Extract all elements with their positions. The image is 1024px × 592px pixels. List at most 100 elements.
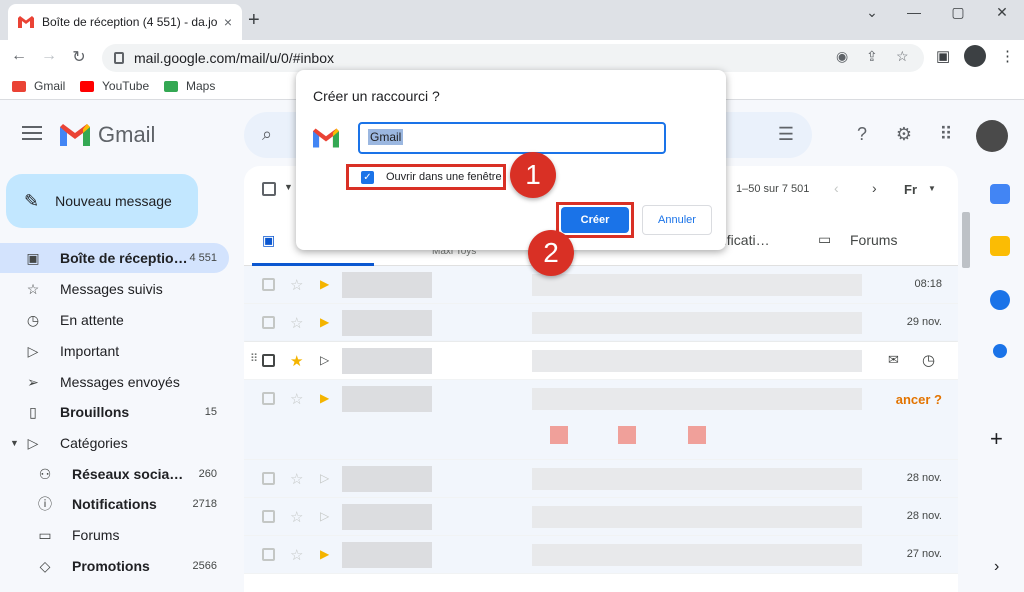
important-marker-icon[interactable]: ▶ (320, 391, 329, 405)
nav-label: Catégories (60, 435, 128, 451)
add-addon-icon[interactable]: + (990, 426, 1003, 452)
main-menu-icon[interactable] (22, 126, 42, 144)
create-button-highlight: Créer (556, 202, 634, 238)
important-marker-icon[interactable]: ▶ (320, 547, 329, 561)
star-icon[interactable]: ☆ (290, 546, 303, 564)
eye-icon[interactable]: ◉ (836, 48, 848, 65)
forum-icon: ▭ (818, 231, 832, 247)
search-icon[interactable]: ⌕ (262, 124, 272, 145)
tab-search-icon[interactable]: ⌄ (858, 4, 886, 21)
cancel-button[interactable]: Annuler (642, 205, 712, 235)
bookmark-youtube[interactable]: YouTube (80, 79, 149, 93)
nav-label: Boîte de réceptio… (60, 250, 188, 266)
new-tab-button[interactable]: + (248, 10, 260, 30)
row-checkbox[interactable] (262, 510, 275, 523)
shortcut-name-input[interactable]: Gmail (358, 122, 666, 154)
nav-notifications[interactable]: ⓘ Notifications 2718 (0, 489, 229, 519)
table-row[interactable]: ☆ ▷ 28 nov. (244, 460, 958, 498)
reload-button[interactable]: ↻ (68, 47, 90, 67)
side-panel-icon[interactable]: ▣ (936, 47, 950, 65)
table-row[interactable]: ☆ ▶ ancer ? (244, 380, 958, 460)
compose-button[interactable]: ✎ Nouveau message (6, 174, 198, 228)
nav-starred[interactable]: ☆ Messages suivis (0, 274, 229, 304)
profile-avatar[interactable] (964, 45, 986, 67)
scrollbar[interactable] (962, 212, 970, 268)
row-checkbox[interactable] (262, 392, 275, 405)
browser-tab-gmail[interactable]: Boîte de réception (4 551) - da.jo × (8, 4, 242, 40)
minimize-button[interactable]: — (900, 4, 928, 20)
account-avatar[interactable] (976, 120, 1008, 152)
contacts-icon[interactable] (993, 344, 1007, 358)
nav-forums[interactable]: ▭ Forums (0, 520, 229, 550)
help-icon[interactable]: ? (850, 124, 874, 145)
input-tools-dropdown-icon[interactable]: ▼ (928, 184, 936, 193)
keep-icon[interactable] (990, 236, 1010, 256)
forward-button[interactable]: → (38, 47, 60, 65)
table-row[interactable]: ☆ ▶ 27 nov. (244, 536, 958, 574)
snooze-icon[interactable]: ◷ (922, 351, 935, 369)
nav-social[interactable]: ⚇ Réseaux socia… 260 (0, 459, 229, 489)
star-icon[interactable]: ☆ (290, 314, 303, 332)
pencil-icon: ✎ (24, 190, 40, 211)
drag-handle-icon[interactable]: ⠿ (250, 352, 258, 365)
table-row[interactable]: ⠿ ★ ▷ ✉ ◷ (244, 342, 958, 380)
important-marker-icon[interactable]: ▷ (320, 353, 329, 367)
star-filled-icon[interactable]: ★ (290, 352, 303, 370)
tasks-icon[interactable] (990, 290, 1010, 310)
bookmark-maps[interactable]: Maps (164, 79, 215, 93)
row-checkbox[interactable] (262, 316, 275, 329)
important-marker-icon[interactable]: ▷ (320, 509, 329, 523)
calendar-icon[interactable] (990, 184, 1010, 204)
apps-icon[interactable]: ⠿ (934, 124, 958, 145)
tab-title: Boîte de réception (4 551) - da.jo (42, 15, 218, 29)
bookmark-star-icon[interactable]: ☆ (896, 48, 909, 65)
prev-page-icon[interactable]: ‹ (834, 180, 839, 196)
settings-icon[interactable]: ⚙ (892, 124, 916, 145)
row-checkbox[interactable] (262, 548, 275, 561)
menu-icon[interactable]: ⋮ (1000, 47, 1015, 65)
expand-panel-icon[interactable]: › (994, 558, 999, 576)
nav-sent[interactable]: ➢ Messages envoyés (0, 367, 229, 397)
nav-categories[interactable]: ▼ ▷ Catégories (0, 428, 229, 458)
back-button[interactable]: ← (8, 47, 30, 65)
table-row[interactable]: ☆ ▶ 08:18 (244, 266, 958, 304)
nav-drafts[interactable]: ▯ Brouillons 15 (0, 397, 229, 427)
important-marker-icon[interactable]: ▷ (320, 471, 329, 485)
select-dropdown-icon[interactable]: ▼ (284, 182, 293, 192)
nav-count: 260 (198, 468, 217, 480)
row-checkbox[interactable] (262, 472, 275, 485)
input-tools-button[interactable]: Fr (904, 182, 917, 197)
create-button[interactable]: Créer (561, 207, 629, 233)
star-icon[interactable]: ☆ (290, 390, 303, 408)
search-options-icon[interactable]: ☰ (778, 124, 794, 145)
star-icon[interactable]: ☆ (290, 276, 303, 294)
important-marker-icon[interactable]: ▶ (320, 277, 329, 291)
star-icon[interactable]: ☆ (290, 470, 303, 488)
nav-snoozed[interactable]: ◷ En attente (0, 305, 229, 335)
gmail-logo[interactable]: Gmail (60, 122, 155, 148)
nav-promotions[interactable]: ◇ Promotions 2566 (0, 551, 229, 581)
select-all-checkbox[interactable] (262, 182, 276, 196)
open-as-window-checkbox[interactable]: ✓ (361, 170, 374, 184)
address-bar[interactable]: mail.google.com/mail/u/0/#inbox (102, 44, 924, 72)
tab-close-icon[interactable]: × (224, 14, 232, 30)
bookmark-gmail[interactable]: Gmail (12, 79, 65, 93)
important-marker-icon[interactable]: ▶ (320, 315, 329, 329)
row-checkbox[interactable] (262, 278, 275, 291)
next-page-icon[interactable]: › (872, 180, 877, 196)
table-row[interactable]: ☆ ▶ 29 nov. (244, 304, 958, 342)
tag-icon: ◇ (39, 557, 51, 574)
open-as-window-label[interactable]: Ouvrir dans une fenêtre (386, 171, 502, 183)
row-checkbox[interactable] (262, 354, 275, 367)
tab-forums[interactable]: Forums (850, 232, 897, 248)
table-row[interactable]: ☆ ▷ 28 nov. (244, 498, 958, 536)
nav-inbox[interactable]: ▣ Boîte de réceptio… 4 551 (0, 243, 229, 273)
close-window-button[interactable]: ✕ (988, 4, 1016, 21)
nav-important[interactable]: ▷ Important (0, 336, 229, 366)
shortcut-name-value: Gmail (368, 129, 404, 145)
expand-arrow-icon[interactable]: ▼ (10, 438, 24, 448)
star-icon[interactable]: ☆ (290, 508, 303, 526)
mark-unread-icon[interactable]: ✉ (888, 352, 899, 368)
share-icon[interactable]: ⇪ (866, 48, 878, 65)
maximize-button[interactable]: ▢ (944, 4, 972, 21)
